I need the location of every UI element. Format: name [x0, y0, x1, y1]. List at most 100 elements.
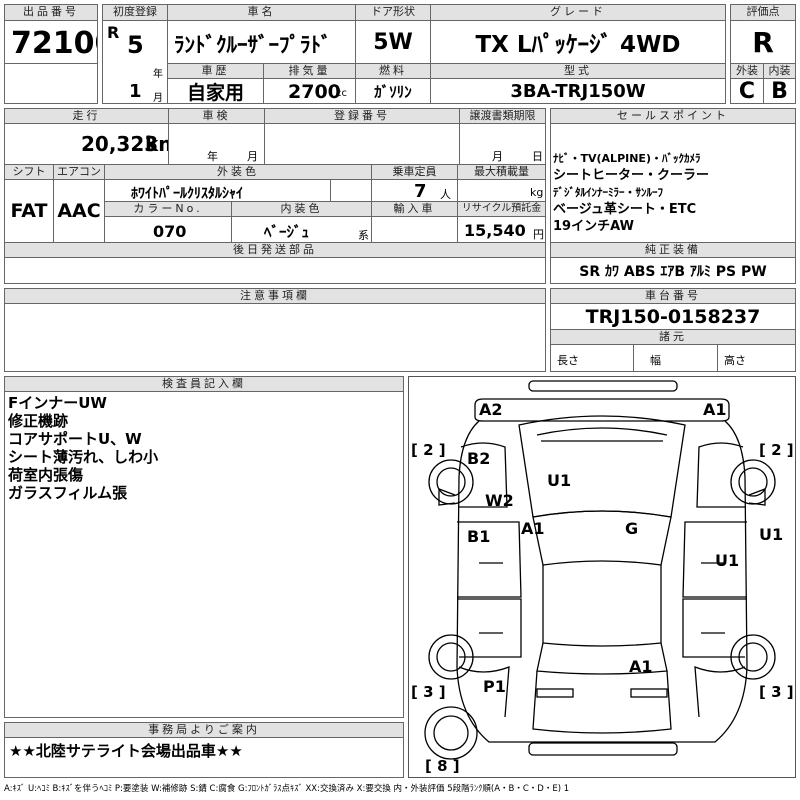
interior-label: 内装 [763, 63, 796, 79]
sales-points-box: ﾅﾋﾞ・TV(ALPINE)・ﾊﾞｯｸｶﾒﾗ シートヒーター・クーラー ﾃﾞｼﾞ… [550, 123, 796, 249]
tire-rear-left: [ 3 ] [411, 683, 446, 701]
lot-number-box: 72100 [4, 20, 98, 64]
sales-points-label: セールスポイント [550, 108, 796, 124]
displacement-box: 2700 cc [263, 78, 356, 104]
sales-point-line: シートヒーター・クーラー [553, 168, 710, 183]
mark-u1-rdoor: U1 [715, 551, 740, 570]
length-box: 長さ [550, 344, 634, 372]
score-box: R [730, 20, 796, 64]
grade-label: グレード [430, 4, 726, 21]
fuel-label: 燃料 [355, 63, 431, 79]
lot-number-label: 出品番号 [4, 4, 98, 21]
door-type: 5W [373, 29, 413, 55]
equipment-label: 純正装備 [550, 242, 796, 258]
recycle-unit: 円 [533, 228, 544, 241]
chassis-label: 車台番号 [550, 288, 796, 304]
inspector-box: FインナーUW 修正機跡 コアサポートU、W シート薄汚れ、しわ小 荷室内張傷 … [4, 391, 404, 718]
door-box: 5W [355, 20, 431, 64]
inspector-label: 検査員記入欄 [4, 376, 404, 392]
inspector-line: シート薄汚れ、しわ小 [8, 448, 159, 466]
mark-w2: W2 [485, 491, 514, 510]
int-color: ﾍﾞｰｼﾞｭ [264, 223, 310, 241]
inspector-line: 修正機跡 [8, 412, 69, 430]
lot-number: 72100 [11, 26, 97, 61]
reg-year: 5 [127, 31, 144, 59]
history-label: 車歴 [167, 63, 264, 79]
lot-number-blank [4, 63, 98, 104]
length-label: 長さ [557, 354, 579, 367]
grade-box: TX Lﾊﾟｯｹｰｼﾞ 4WD [430, 20, 726, 64]
score-label: 評価点 [730, 4, 796, 21]
transfer-month-unit: 月 [492, 150, 503, 163]
insp-month-unit: 月 [247, 150, 258, 163]
import-box [371, 216, 458, 243]
history: 自家用 [186, 81, 244, 104]
model: 3BA-TRJ150W [510, 80, 646, 102]
inspector-panel: 検査員記入欄 FインナーUW 修正機跡 コアサポートU、W シート薄汚れ、しわ小… [4, 376, 404, 718]
sales-point-line: ﾅﾋﾞ・TV(ALPINE)・ﾊﾞｯｸｶﾒﾗ [553, 152, 701, 165]
office-panel: 事務局よりご案内 ★★北陸サテライト会場出品車★★ [4, 722, 404, 778]
chassis-box: TRJ150-0158237 [550, 303, 796, 330]
notes-panel: 注意事項欄 [4, 288, 546, 372]
inspection-label: 車検 [168, 108, 265, 124]
color-no-box: 070 [104, 216, 232, 243]
inspector-line: FインナーUW [8, 394, 107, 412]
exterior-grade: C [738, 78, 756, 104]
color-box: ﾎﾜｲﾄﾊﾟｰﾙｸﾘｽﾀﾙｼｬｲ [104, 179, 331, 202]
grade: TX Lﾊﾟｯｹｰｼﾞ 4WD [475, 32, 681, 58]
mark-p1: P1 [483, 677, 506, 696]
office-message: ★★北陸サテライト会場出品車★★ [9, 742, 243, 760]
interior-box: B [763, 78, 796, 104]
width-box: 幅 [633, 344, 718, 372]
reg-month: 1 [129, 81, 142, 102]
mileage-box: 20,323 km [4, 123, 169, 165]
chassis-panel: 車台番号 TRJ150-0158237 諸元 長さ 幅 高さ [550, 288, 796, 372]
capacity-label: 乗車定員 [371, 164, 458, 180]
inspection-box: 年 月 [168, 123, 265, 165]
recycle: 15,540 [464, 221, 526, 240]
header-table: 出品番号 72100 初度登録 R 5 年 1 月 車名 ﾗﾝﾄﾞｸﾙｰｻﾞｰﾌ… [4, 4, 796, 104]
insp-year-unit: 年 [207, 150, 218, 163]
mark-u1-right: U1 [759, 525, 784, 544]
transfer-day-unit: 日 [532, 150, 543, 163]
mark-a2-front: A2 [479, 400, 503, 419]
recycle-label: リサイクル預託金 [457, 201, 546, 217]
score: R [752, 25, 774, 59]
sales-point-line: ベージュ革シート・ETC [553, 202, 697, 217]
displacement-label: 排気量 [263, 63, 356, 79]
office-box: ★★北陸サテライト会場出品車★★ [4, 737, 404, 778]
transfer-label: 譲渡書類期限 [459, 108, 546, 124]
load-box: kg [457, 179, 546, 202]
int-color-unit: 系 [358, 229, 369, 242]
color-blank [330, 179, 372, 202]
height-box: 高さ [717, 344, 796, 372]
year-unit: 年 [153, 69, 163, 80]
height-label: 高さ [724, 354, 746, 367]
history-box: 自家用 [167, 78, 264, 104]
import-label: 輸入車 [371, 201, 458, 217]
color-no-label: カラーNo. [104, 201, 232, 217]
notes-box [4, 303, 546, 372]
mark-a1-front: A1 [703, 400, 727, 419]
office-label: 事務局よりご案内 [4, 722, 404, 738]
era: R [107, 23, 120, 42]
legend: A:ｷｽﾞ U:ﾍｺﾐ B:ｷｽﾞを伴うﾍｺﾐ P:要塗装 W:補修跡 S:錆 … [4, 784, 570, 794]
sales-points-panel: セールスポイント ﾅﾋﾞ・TV(ALPINE)・ﾊﾞｯｸｶﾒﾗ シートヒーター・… [550, 108, 796, 284]
first-reg-label: 初度登録 [102, 4, 168, 21]
car-name-box: ﾗﾝﾄﾞｸﾙｰｻﾞｰﾌﾟﾗﾄﾞ [167, 20, 356, 64]
fuel-box: ｶﾞｿﾘﾝ [355, 78, 431, 104]
exterior-label: 外装 [730, 63, 764, 79]
transfer-box: 月 日 [459, 123, 546, 165]
details-table: 走行 車検 登録番号 譲渡書類期限 20,323 km 年 月 月 日 シフト … [4, 108, 546, 284]
mark-b2: B2 [467, 449, 491, 468]
inspector-line: 荷室内張傷 [8, 466, 84, 484]
first-reg-box: R 5 年 1 月 [102, 20, 168, 104]
later-parts-box [4, 257, 546, 284]
capacity-unit: 人 [440, 188, 451, 201]
color: ﾎﾜｲﾄﾊﾟｰﾙｸﾘｽﾀﾙｼｬｲ [131, 186, 243, 202]
mileage-unit: km [145, 132, 168, 156]
inspector-line: コアサポートU、W [8, 430, 142, 448]
capacity: 7 [414, 181, 427, 202]
car-name-label: 車名 [167, 4, 356, 21]
exterior-box: C [730, 78, 764, 104]
